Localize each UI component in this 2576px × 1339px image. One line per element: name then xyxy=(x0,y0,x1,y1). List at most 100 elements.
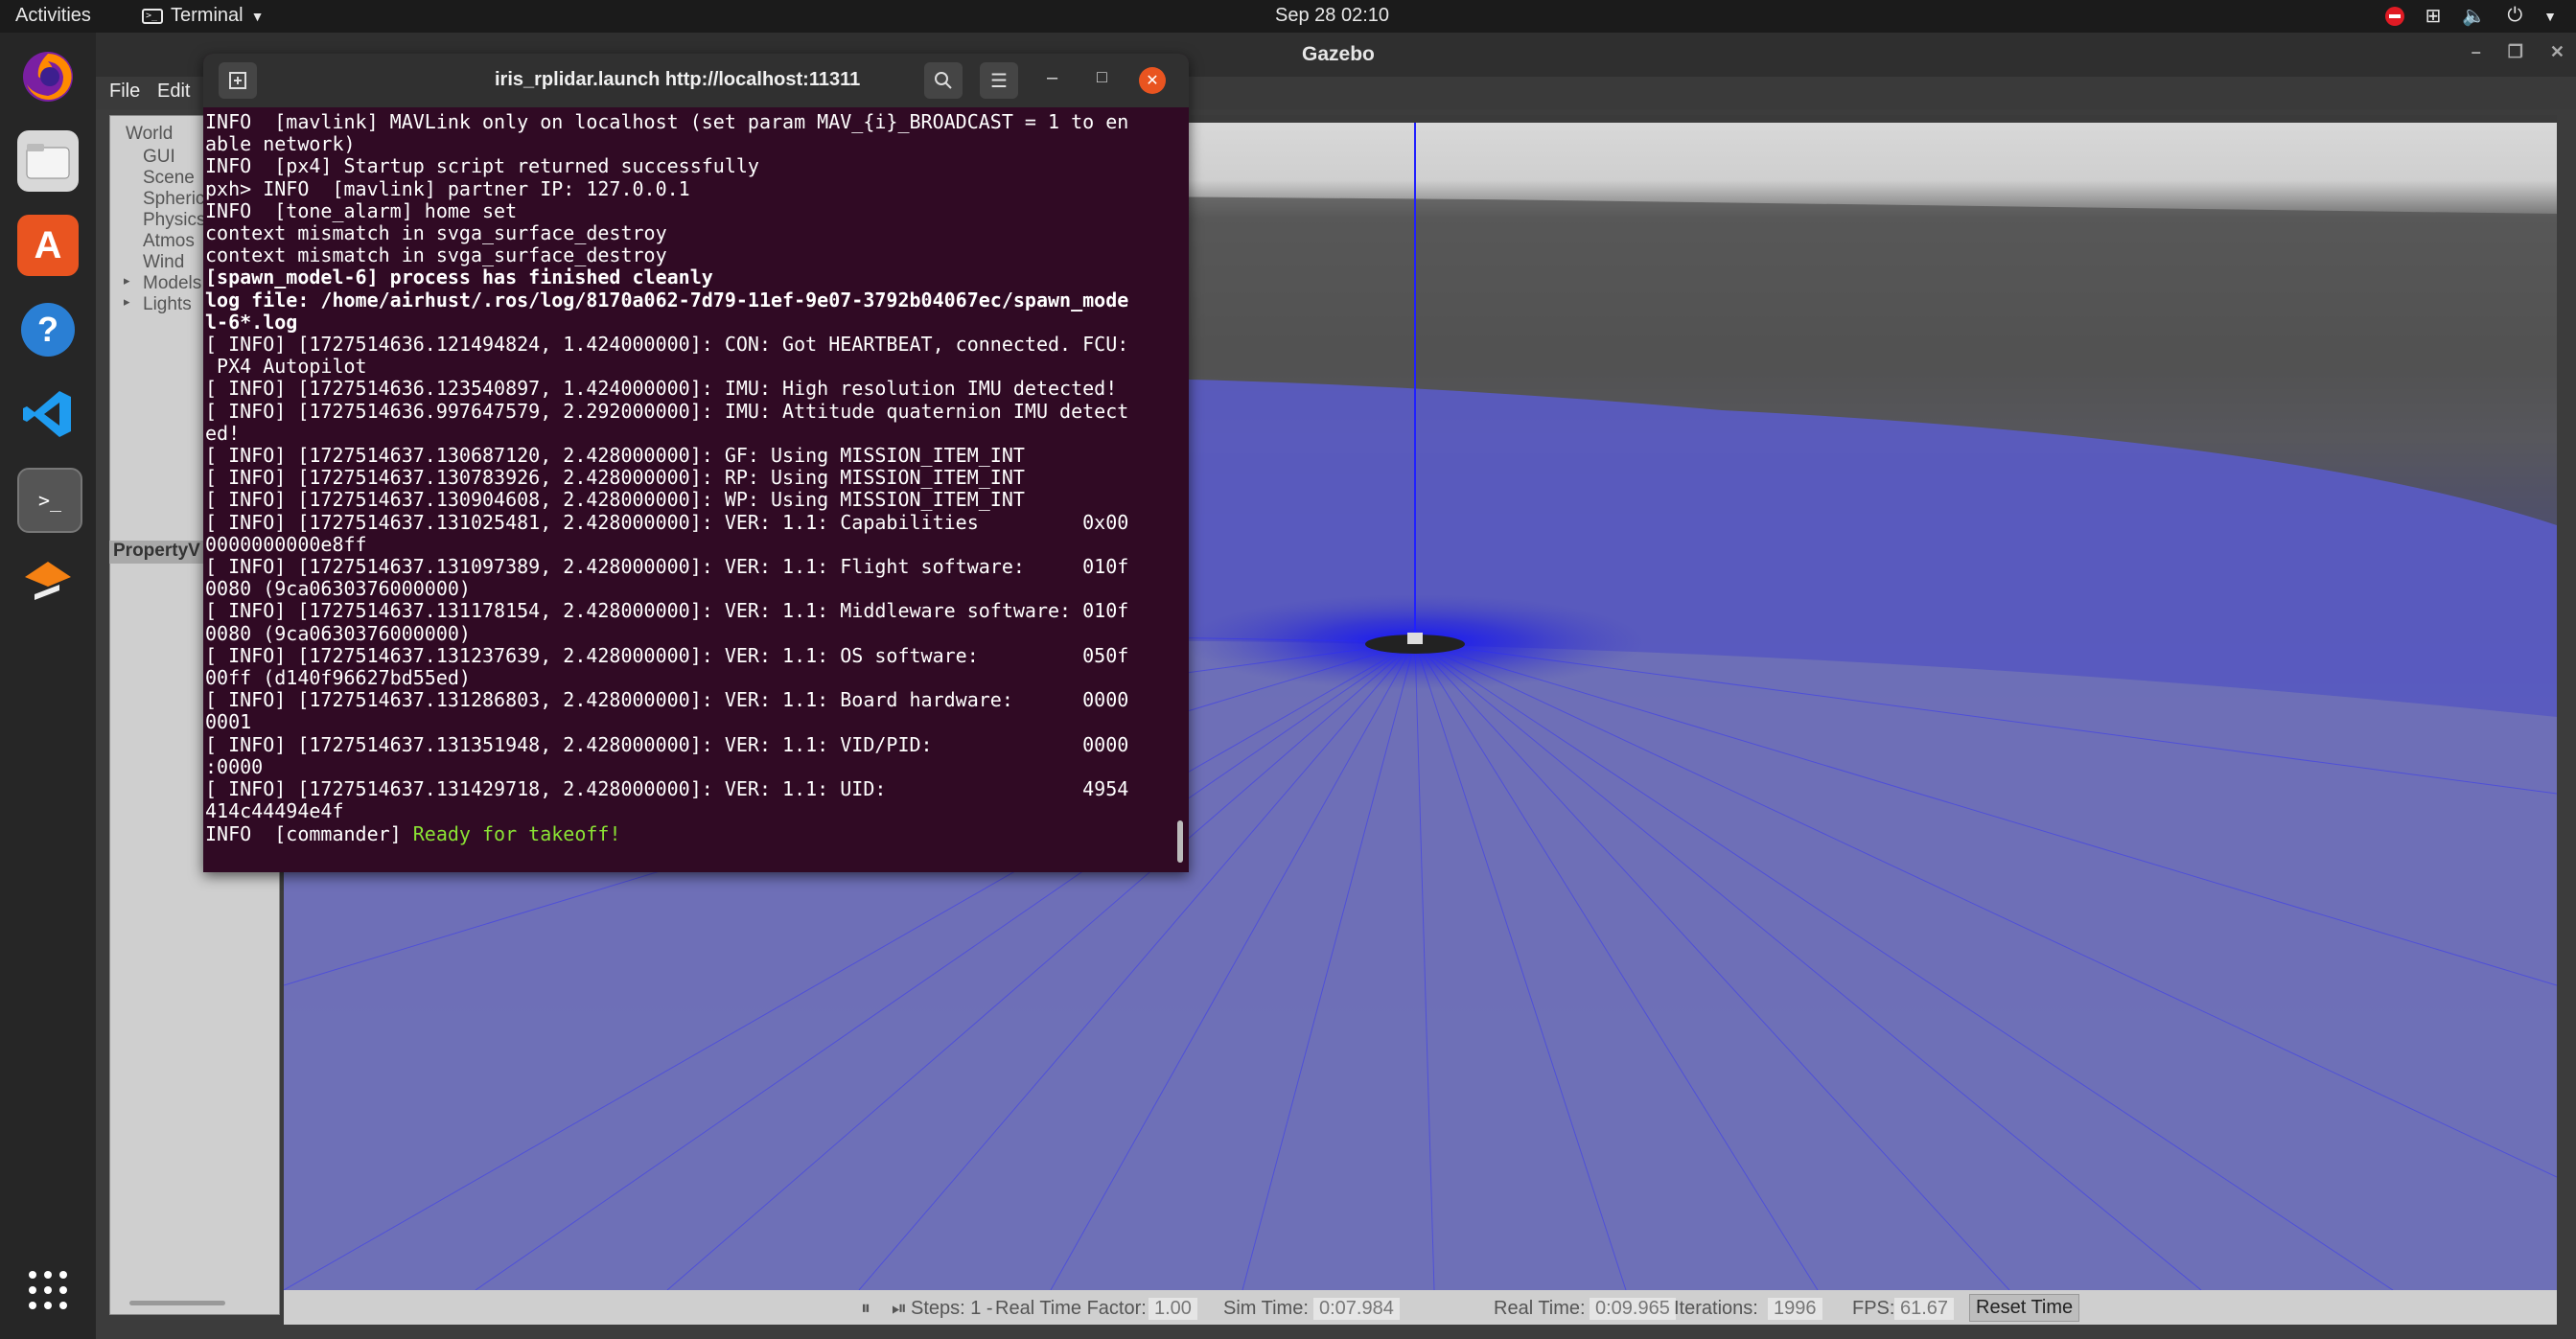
fps-label: FPS: xyxy=(1852,1298,1895,1319)
terminal-line: [ INFO] [1727514636.123540897, 1.4240000… xyxy=(205,377,1118,401)
files-icon[interactable] xyxy=(17,130,79,192)
search-icon[interactable] xyxy=(924,62,963,99)
terminal-line: [ INFO] [1727514636.121494824, 1.4240000… xyxy=(205,333,1129,357)
app-menu-button[interactable]: >_ Terminal ▼ xyxy=(142,5,264,27)
new-tab-icon[interactable] xyxy=(219,62,257,99)
terminal-line: [ INFO] [1727514637.131429718, 2.4280000… xyxy=(205,777,1129,801)
minimize-icon[interactable]: – xyxy=(1047,67,1057,89)
help-icon[interactable]: ? xyxy=(17,299,79,360)
clock[interactable]: Sep 28 02:10 xyxy=(1275,5,1389,27)
close-icon[interactable]: ✕ xyxy=(1139,67,1166,94)
fps-value: 61.67 xyxy=(1894,1298,1955,1320)
terminal-headerbar[interactable]: iris_rplidar.launch http://localhost:113… xyxy=(203,54,1189,107)
tree-item-spherical[interactable]: Spheric xyxy=(143,189,204,210)
terminal-line: context mismatch in svga_surface_destroy xyxy=(205,221,667,245)
terminal-line: INFO [commander] Ready for takeoff! xyxy=(205,821,1173,845)
scrollbar[interactable] xyxy=(1177,820,1183,863)
terminal-line: [ INFO] [1727514637.131097389, 2.4280000… xyxy=(205,555,1129,579)
minimize-icon[interactable]: – xyxy=(2472,42,2481,62)
gazebo-icon[interactable] xyxy=(17,552,79,613)
terminal-line: [ INFO] [1727514637.130783926, 2.4280000… xyxy=(205,466,1025,490)
iterations-value: 1996 xyxy=(1768,1298,1822,1320)
tree-item-gui[interactable]: GUI xyxy=(143,147,175,168)
chevron-down-icon[interactable]: ▼ xyxy=(2543,9,2557,24)
terminal-line: 0080 (9ca0630376000000) xyxy=(205,577,471,601)
terminal-icon[interactable]: >_ xyxy=(17,468,82,533)
terminal-line: 0001 xyxy=(205,710,252,734)
terminal-line-prefix: INFO [commander] xyxy=(205,821,413,845)
terminal-line: [ INFO] [1727514637.131286803, 2.4280000… xyxy=(205,688,1129,712)
expand-arrow-icon[interactable]: ▸ xyxy=(124,273,130,289)
hamburger-menu-icon[interactable]: ☰ xyxy=(980,62,1018,99)
terminal-line: [ INFO] [1727514637.130687120, 2.4280000… xyxy=(205,444,1025,468)
status-bar: ⏸ ⏯ Steps: 1 - Real Time Factor: 1.00 Si… xyxy=(284,1290,2557,1325)
terminal-line: l-6*.log xyxy=(205,310,298,334)
expand-arrow-icon[interactable]: ▸ xyxy=(124,294,130,310)
dock: A ? >_ xyxy=(0,33,96,1339)
chevron-down-icon: ▼ xyxy=(250,8,265,24)
iterations-label: Iterations: xyxy=(1674,1298,1758,1319)
tree-item-atmosphere[interactable]: Atmos xyxy=(143,231,195,252)
terminal-line: log file: /home/airhust/.ros/log/8170a06… xyxy=(205,288,1129,312)
terminal-line: INFO [px4] Startup script returned succe… xyxy=(205,154,759,178)
terminal-line: :0000 xyxy=(205,754,264,778)
steps-label: Steps: 1 - xyxy=(911,1298,993,1319)
terminal-line: able network) xyxy=(205,132,356,156)
terminal-line: [ INFO] [1727514637.130904608, 2.4280000… xyxy=(205,488,1025,512)
system-tray[interactable]: ⊞ 🔈 ⏻ ▼ xyxy=(2384,4,2557,28)
tree-item-wind[interactable]: Wind xyxy=(143,252,184,273)
terminal-line: 414c44494e4f xyxy=(205,799,344,823)
tree-item-scene[interactable]: Scene xyxy=(143,168,195,189)
terminal-line: 0000000000e8ff xyxy=(205,532,367,556)
scrollbar[interactable] xyxy=(129,1301,225,1305)
terminal-line: INFO [tone_alarm] home set xyxy=(205,198,518,222)
ready-message: Ready for takeoff! xyxy=(412,821,621,845)
terminal-line: 00ff (d140f96627bd55ed) xyxy=(205,666,471,690)
grid-icon[interactable] xyxy=(17,1259,79,1321)
terminal-line: 0080 (9ca0630376000000) xyxy=(205,621,471,645)
activities-button[interactable]: Activities xyxy=(15,5,91,27)
do-not-disturb-icon[interactable] xyxy=(2384,6,2404,26)
window-title: Gazebo xyxy=(1302,43,1375,65)
menu-edit[interactable]: Edit xyxy=(157,81,190,103)
app-menu-label: Terminal xyxy=(171,5,244,26)
restore-icon[interactable]: ❐ xyxy=(2508,42,2523,62)
sim-time-label: Sim Time: xyxy=(1223,1298,1309,1319)
power-icon[interactable]: ⏻ xyxy=(2507,5,2522,27)
terminal-line: [spawn_model-6] process has finished cle… xyxy=(205,265,713,289)
terminal-icon: >_ xyxy=(142,8,163,24)
real-time-value: 0:09.965 xyxy=(1590,1298,1676,1320)
tab-world[interactable]: World xyxy=(126,124,173,145)
svg-text:?: ? xyxy=(37,310,58,349)
terminal-line: PX4 Autopilot xyxy=(205,355,367,379)
maximize-icon[interactable]: □ xyxy=(1097,67,1107,87)
terminal-line: ed! xyxy=(205,421,241,445)
sim-time-value: 0:07.984 xyxy=(1313,1298,1400,1320)
terminal-line: [ INFO] [1727514637.131178154, 2.4280000… xyxy=(205,599,1129,623)
terminal-line: [ INFO] [1727514637.131025481, 2.4280000… xyxy=(205,510,1129,534)
terminal-line: [ INFO] [1727514636.997647579, 2.2920000… xyxy=(205,399,1129,423)
terminal-line: pxh> INFO [mavlink] partner IP: 127.0.0.… xyxy=(205,176,690,200)
real-time-label: Real Time: xyxy=(1494,1298,1586,1319)
network-icon[interactable]: ⊞ xyxy=(2425,4,2442,28)
terminal-title: iris_rplidar.launch http://localhost:113… xyxy=(495,69,861,90)
pause-icon[interactable]: ⏸ xyxy=(861,1298,870,1320)
rtf-value: 1.00 xyxy=(1149,1298,1197,1320)
terminal-window: iris_rplidar.launch http://localhost:113… xyxy=(203,54,1189,872)
close-icon[interactable]: ✕ xyxy=(2550,42,2564,62)
firefox-icon[interactable] xyxy=(17,46,79,107)
app-store-icon[interactable]: A xyxy=(17,215,79,276)
terminal-line: context mismatch in svga_surface_destroy xyxy=(205,243,667,267)
reset-time-button[interactable]: Reset Time xyxy=(1969,1294,2080,1322)
tree-item-models[interactable]: Models xyxy=(143,273,201,294)
terminal-output[interactable]: INFO [mavlink] MAVLink only on localhost… xyxy=(205,110,1173,845)
terminal-line: INFO [mavlink] MAVLink only on localhost… xyxy=(205,110,1129,133)
tree-item-lights[interactable]: Lights xyxy=(143,294,192,315)
tree-item-physics[interactable]: Physics xyxy=(143,210,205,231)
vscode-icon[interactable] xyxy=(17,383,79,445)
menu-file[interactable]: File xyxy=(109,81,140,103)
volume-icon[interactable]: 🔈 xyxy=(2462,4,2486,28)
step-icon[interactable]: ⏯ xyxy=(892,1298,907,1320)
terminal-line: [ INFO] [1727514637.131351948, 2.4280000… xyxy=(205,732,1129,756)
rtf-label: Real Time Factor: xyxy=(995,1298,1147,1319)
